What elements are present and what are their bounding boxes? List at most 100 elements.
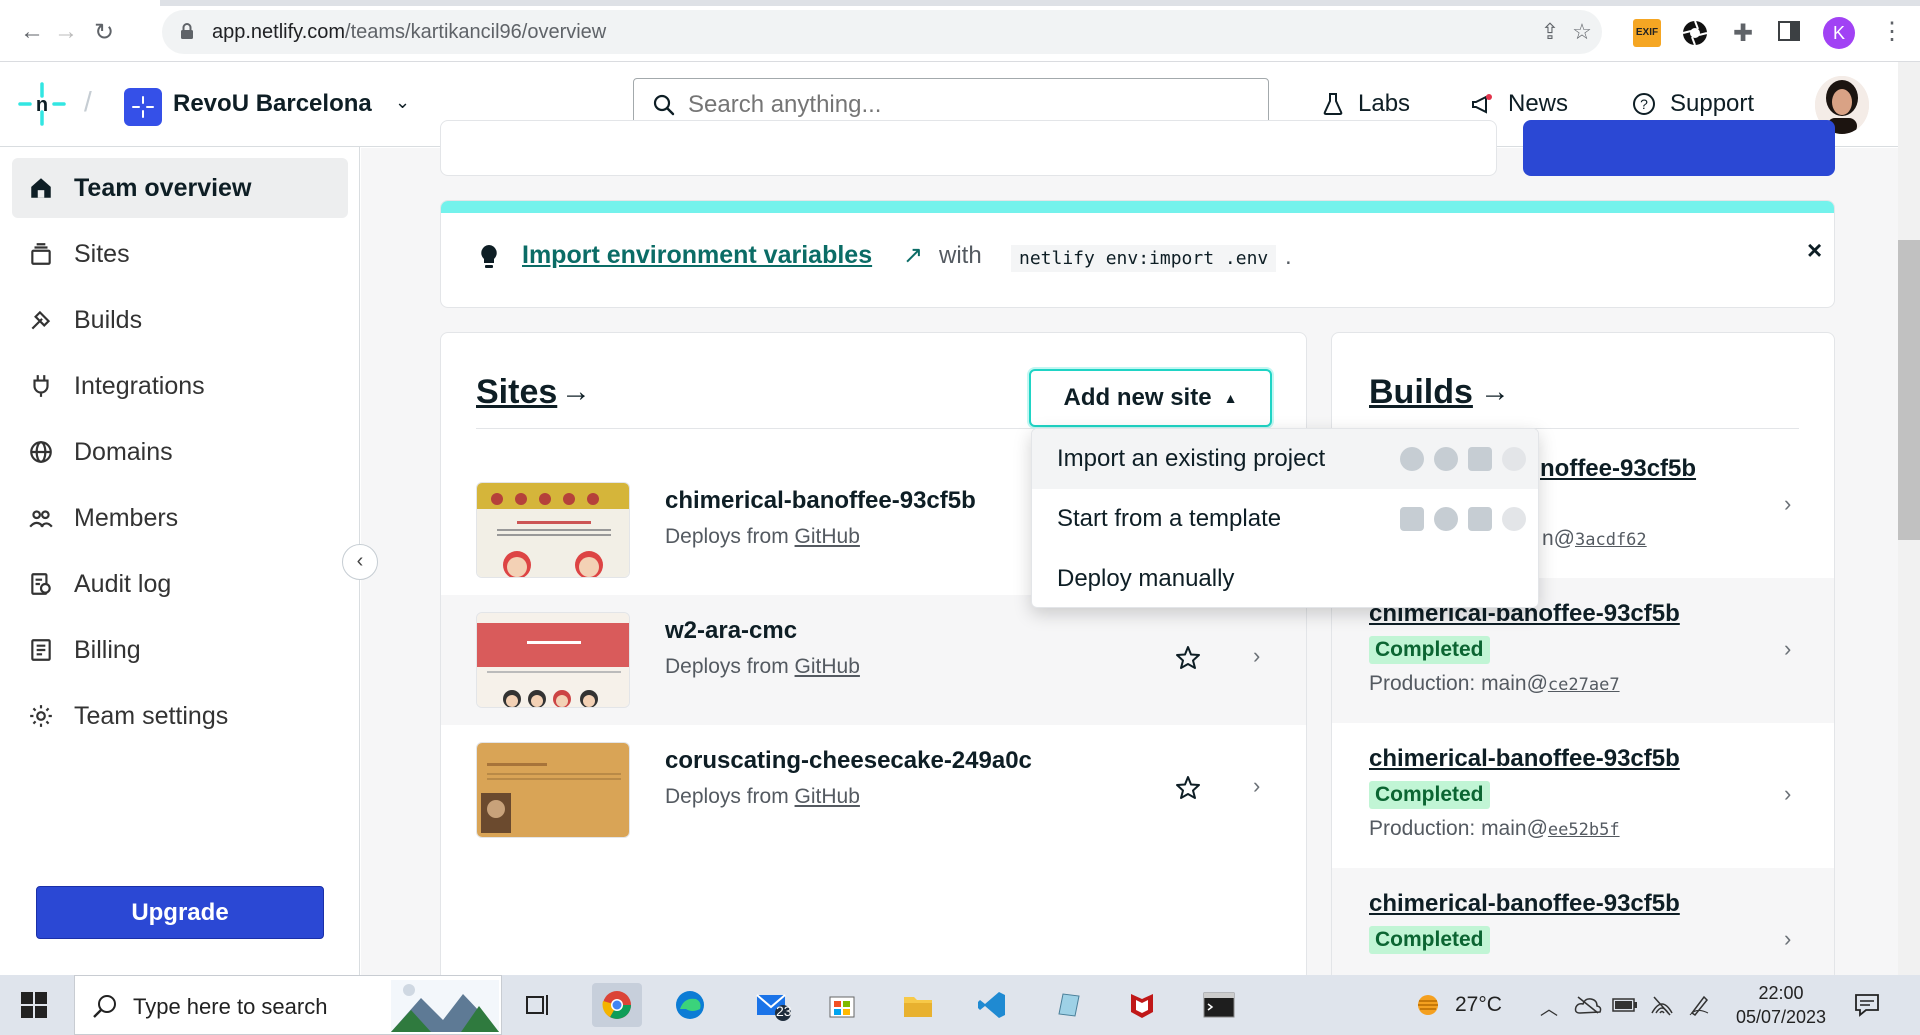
- wifi-icon[interactable]: [1650, 993, 1674, 1017]
- menu-item-start-from-template[interactable]: Start from a template: [1032, 489, 1538, 549]
- integrations-icon: [33, 375, 49, 397]
- file-explorer-taskbar-icon[interactable]: [896, 983, 940, 1027]
- notepad-taskbar-icon[interactable]: [1046, 983, 1090, 1027]
- scrollbar-thumb[interactable]: [1898, 240, 1920, 540]
- sites-title-link[interactable]: Sites: [476, 373, 557, 412]
- sidebar-item-label: Members: [74, 503, 179, 532]
- search-input[interactable]: [688, 91, 1248, 119]
- chevron-right-icon[interactable]: ›: [1253, 643, 1260, 669]
- commit-sha-link[interactable]: ce27ae7: [1548, 675, 1620, 695]
- sidebar-item-sites[interactable]: Sites: [12, 224, 348, 284]
- add-site-dropdown-menu: Import an existing project Start from a …: [1031, 428, 1539, 608]
- menu-item-label: Deploy manually: [1057, 565, 1235, 592]
- forward-icon[interactable]: →: [48, 14, 84, 50]
- support-link[interactable]: ? Support: [1632, 86, 1754, 122]
- battery-icon[interactable]: [1612, 997, 1638, 1013]
- extensions-puzzle-icon[interactable]: ✚: [1729, 19, 1757, 47]
- chevron-right-icon[interactable]: ›: [1784, 636, 1791, 662]
- github-link[interactable]: GitHub: [795, 525, 860, 548]
- browser-menu-icon[interactable]: ⋮: [1880, 14, 1904, 50]
- site-name[interactable]: w2-ara-cmc: [665, 617, 797, 645]
- search-icon: [653, 94, 675, 116]
- builds-icon: [31, 310, 51, 330]
- chevron-up-icon[interactable]: ︿: [1540, 995, 1558, 1021]
- weather-temperature[interactable]: 27°C: [1455, 993, 1502, 1017]
- env-text: with: [939, 242, 982, 269]
- build-site-name[interactable]: noffee-93cf5b: [1540, 455, 1696, 483]
- address-bar[interactable]: app.netlify.com/teams/kartikancil96/over…: [162, 10, 1602, 54]
- aperture-extension-icon[interactable]: [1681, 19, 1709, 47]
- edge-taskbar-icon[interactable]: [668, 983, 712, 1027]
- chevron-right-icon[interactable]: ›: [1784, 491, 1791, 517]
- team-switcher[interactable]: RevoU Barcelona: [173, 90, 372, 118]
- site-row[interactable]: coruscating-cheesecake-249a0c Deploys fr…: [441, 725, 1306, 855]
- pen-icon[interactable]: [1688, 993, 1710, 1017]
- astro-icon: [1468, 507, 1492, 531]
- site-name[interactable]: chimerical-banoffee-93cf5b: [665, 487, 976, 515]
- store-taskbar-icon[interactable]: [820, 983, 864, 1027]
- profile-avatar[interactable]: K: [1823, 17, 1855, 49]
- sidebar-item-label: Builds: [74, 305, 143, 334]
- banner-accent: [441, 201, 1834, 213]
- chrome-taskbar-icon[interactable]: [592, 983, 642, 1027]
- chevron-right-icon[interactable]: ›: [1253, 773, 1260, 799]
- commit-sha-link[interactable]: 3acdf62: [1575, 530, 1647, 550]
- build-site-name[interactable]: chimerical-banoffee-93cf5b: [1369, 745, 1680, 773]
- lock-icon: [181, 23, 193, 39]
- commit-sha-link[interactable]: ee52b5f: [1548, 820, 1620, 840]
- close-icon[interactable]: ×: [1807, 235, 1822, 266]
- notifications-icon[interactable]: [1854, 993, 1880, 1017]
- import-env-link[interactable]: Import environment variables: [522, 241, 872, 270]
- exif-extension-icon[interactable]: EXIF: [1633, 19, 1661, 47]
- github-link[interactable]: GitHub: [795, 655, 860, 678]
- terminal-taskbar-icon[interactable]: [1194, 983, 1244, 1027]
- upgrade-button[interactable]: Upgrade: [36, 886, 324, 939]
- add-new-site-button[interactable]: Add new site ▲: [1029, 369, 1272, 427]
- github-link[interactable]: GitHub: [795, 785, 860, 808]
- taskbar-search[interactable]: Type here to search: [74, 975, 502, 1035]
- sidebar-item-billing[interactable]: Billing: [12, 620, 348, 680]
- chevron-right-icon[interactable]: ›: [1784, 781, 1791, 807]
- menu-item-import-project[interactable]: Import an existing project: [1032, 429, 1538, 489]
- build-site-name[interactable]: chimerical-banoffee-93cf5b: [1369, 890, 1680, 918]
- star-icon[interactable]: [1173, 643, 1203, 673]
- reload-icon[interactable]: ↻: [86, 14, 122, 50]
- chevron-right-icon[interactable]: ›: [1784, 926, 1791, 952]
- share-icon[interactable]: ⇪: [1538, 20, 1562, 44]
- site-row[interactable]: w2-ara-cmc Deploys from GitHub ›: [441, 595, 1306, 725]
- gatsby-icon: [1502, 507, 1526, 531]
- members-icon: [29, 510, 53, 528]
- mcafee-taskbar-icon[interactable]: [1120, 983, 1164, 1027]
- chevron-down-icon[interactable]: ⌄: [395, 92, 410, 113]
- onedrive-icon[interactable]: [1574, 995, 1602, 1015]
- sidebar-item-integrations[interactable]: Integrations: [12, 356, 348, 416]
- back-icon[interactable]: ←: [14, 14, 50, 50]
- mail-taskbar-icon[interactable]: 23: [746, 983, 800, 1027]
- site-name[interactable]: coruscating-cheesecake-249a0c: [665, 747, 1032, 775]
- side-panel-icon[interactable]: [1777, 19, 1805, 47]
- star-icon[interactable]: [1173, 773, 1203, 803]
- sidebar-item-team-settings[interactable]: Team settings: [12, 686, 348, 746]
- sidebar-item-members[interactable]: Members: [12, 488, 348, 548]
- sidebar-item-domains[interactable]: Domains: [12, 422, 348, 482]
- build-row[interactable]: chimerical-banoffee-93cf5b Completed Pro…: [1332, 723, 1834, 868]
- build-row[interactable]: chimerical-banoffee-93cf5b Completed ›: [1332, 868, 1834, 981]
- news-link[interactable]: News: [1470, 86, 1568, 122]
- menu-item-label: Import an existing project: [1057, 445, 1326, 472]
- taskbar-clock[interactable]: 22:00 05/07/2023: [1734, 981, 1828, 1029]
- bookmark-star-icon[interactable]: ☆: [1570, 20, 1594, 44]
- vscode-taskbar-icon[interactable]: [970, 983, 1014, 1027]
- collapse-sidebar-button[interactable]: ‹: [342, 544, 378, 580]
- menu-item-deploy-manually[interactable]: Deploy manually: [1032, 549, 1538, 607]
- sidebar-item-team-overview[interactable]: Team overview: [12, 158, 348, 218]
- netlify-logo-icon[interactable]: n: [18, 82, 66, 126]
- sidebar-item-audit-log[interactable]: Audit log: [12, 554, 348, 614]
- sidebar-item-builds[interactable]: Builds: [12, 290, 348, 350]
- status-badge: Completed: [1369, 636, 1490, 664]
- svg-text:n: n: [36, 94, 48, 116]
- site-thumbnail: [476, 482, 630, 578]
- builds-title-link[interactable]: Builds: [1369, 373, 1473, 412]
- labs-link[interactable]: Labs: [1322, 86, 1410, 122]
- task-view-icon[interactable]: [516, 983, 560, 1027]
- windows-start-icon[interactable]: [20, 991, 48, 1019]
